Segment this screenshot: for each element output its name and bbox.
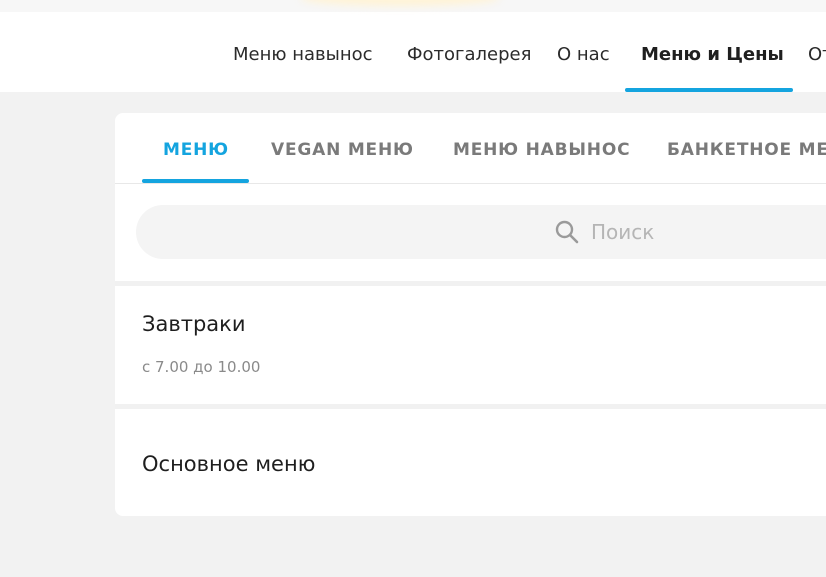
tab-takeaway-menu[interactable]: МЕНЮ НАВЫНОС bbox=[453, 140, 630, 160]
menu-section-main[interactable]: Основное меню bbox=[115, 409, 826, 516]
menu-section-breakfast[interactable]: Завтраки с 7.00 до 10.00 bbox=[115, 286, 826, 404]
tab-vegan-menu[interactable]: VEGAN МЕНЮ bbox=[271, 140, 414, 160]
tab-banquet-menu[interactable]: БАНКЕТНОЕ МЕНЮ bbox=[667, 140, 826, 160]
site-header: Меню навынос Фотогалерея О нас Меню и Це… bbox=[0, 0, 826, 92]
search-input[interactable] bbox=[591, 215, 826, 249]
section-title: Основное меню bbox=[142, 452, 316, 476]
nav-item-photo-gallery[interactable]: Фотогалерея bbox=[407, 44, 531, 65]
section-hours: с 7.00 до 10.00 bbox=[142, 358, 261, 376]
menu-tabs: МЕНЮ VEGAN МЕНЮ МЕНЮ НАВЫНОС БАНКЕТНОЕ М… bbox=[115, 113, 826, 184]
nav-item-reviews[interactable]: От bbox=[808, 44, 826, 65]
search-bar[interactable] bbox=[136, 205, 826, 259]
section-title: Завтраки bbox=[142, 312, 246, 336]
nav-item-menu-prices[interactable]: Меню и Цены bbox=[641, 44, 784, 65]
main-nav: Меню навынос Фотогалерея О нас Меню и Це… bbox=[0, 30, 826, 92]
search-icon bbox=[554, 219, 580, 245]
nav-item-takeaway-menu[interactable]: Меню навынос bbox=[233, 44, 373, 65]
nav-active-indicator bbox=[625, 88, 793, 92]
nav-item-about[interactable]: О нас bbox=[557, 44, 610, 65]
tab-menu[interactable]: МЕНЮ bbox=[163, 140, 229, 160]
menu-card: МЕНЮ VEGAN МЕНЮ МЕНЮ НАВЫНОС БАНКЕТНОЕ М… bbox=[115, 113, 826, 516]
tab-active-indicator bbox=[142, 179, 249, 183]
